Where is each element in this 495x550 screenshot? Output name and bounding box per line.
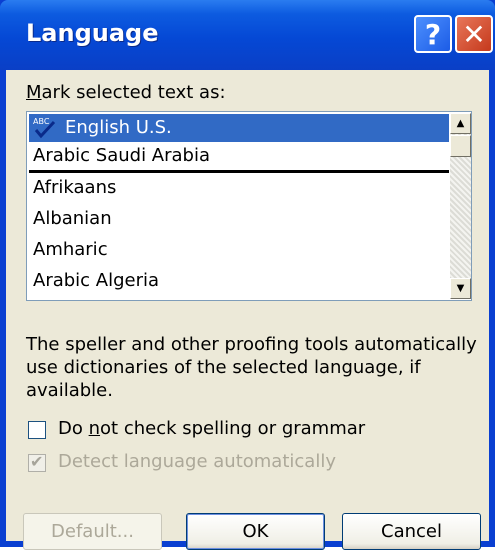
language-listbox[interactable]: ABC English U.S. Arabic Saudi Arabia Afr… [26,111,472,301]
no-check-label-part: ot check spelling or grammar [100,418,366,439]
check-icon: ✔ [30,452,44,471]
dialog-title: Language [26,19,159,47]
list-item-label: Amharic [33,239,108,260]
list-item-arabic-algeria[interactable]: Arabic Algeria [29,267,449,295]
scroll-up-button[interactable]: ▲ [450,113,471,134]
no-check-label[interactable]: Do not check spelling or grammar [58,418,365,439]
scroll-thumb[interactable] [450,135,471,157]
cancel-button[interactable]: Cancel [342,513,481,550]
dialog-body: Mark selected text as: ABC English U.S. … [6,70,489,550]
spell-check-icon: ABC [33,117,56,139]
svg-text:ABC: ABC [33,117,50,126]
list-item-label: English U.S. [65,117,172,138]
mark-label-text: ark selected text as: [41,82,226,103]
list-item-english-us[interactable]: ABC English U.S. [29,114,449,142]
scroll-down-button[interactable]: ▼ [450,278,471,299]
list-item-label: Arabic Saudi Arabia [33,145,211,166]
title-bar[interactable]: Language ? ✕ [0,0,495,70]
detect-language-label: Detect language automatically [58,451,336,472]
description-text: The speller and other proofing tools aut… [26,334,477,401]
ok-button[interactable]: OK [186,513,325,550]
default-button[interactable]: Default... [23,513,162,550]
close-button[interactable]: ✕ [455,15,493,53]
no-check-checkbox[interactable] [28,421,46,439]
list-item-label: Albanian [33,208,112,229]
list-item-albanian[interactable]: Albanian [29,205,449,233]
detect-language-checkbox[interactable]: ✔ [28,452,46,472]
mark-label-accel: M [26,82,42,103]
list-item-afrikaans[interactable]: Afrikaans [29,174,449,202]
help-button[interactable]: ? [414,15,452,53]
list-item-amharic[interactable]: Amharic [29,236,449,264]
arrow-up-icon: ▲ [456,118,465,129]
close-icon: ✕ [462,17,486,51]
language-dialog: Language ? ✕ Mark selected text as: ABC … [0,0,495,550]
recent-separator [29,170,449,173]
arrow-down-icon: ▼ [456,283,465,294]
mark-selected-label: Mark selected text as: [26,82,226,103]
question-icon: ? [424,17,442,51]
vertical-scrollbar[interactable]: ▲ ▼ [450,113,471,299]
no-check-label-accel: n [88,418,101,439]
list-item-arabic-saudi-arabia[interactable]: Arabic Saudi Arabia [29,142,449,170]
list-item-label: Afrikaans [33,177,117,198]
no-check-label-part: Do [58,418,89,439]
list-item-label: Arabic Algeria [33,270,160,291]
